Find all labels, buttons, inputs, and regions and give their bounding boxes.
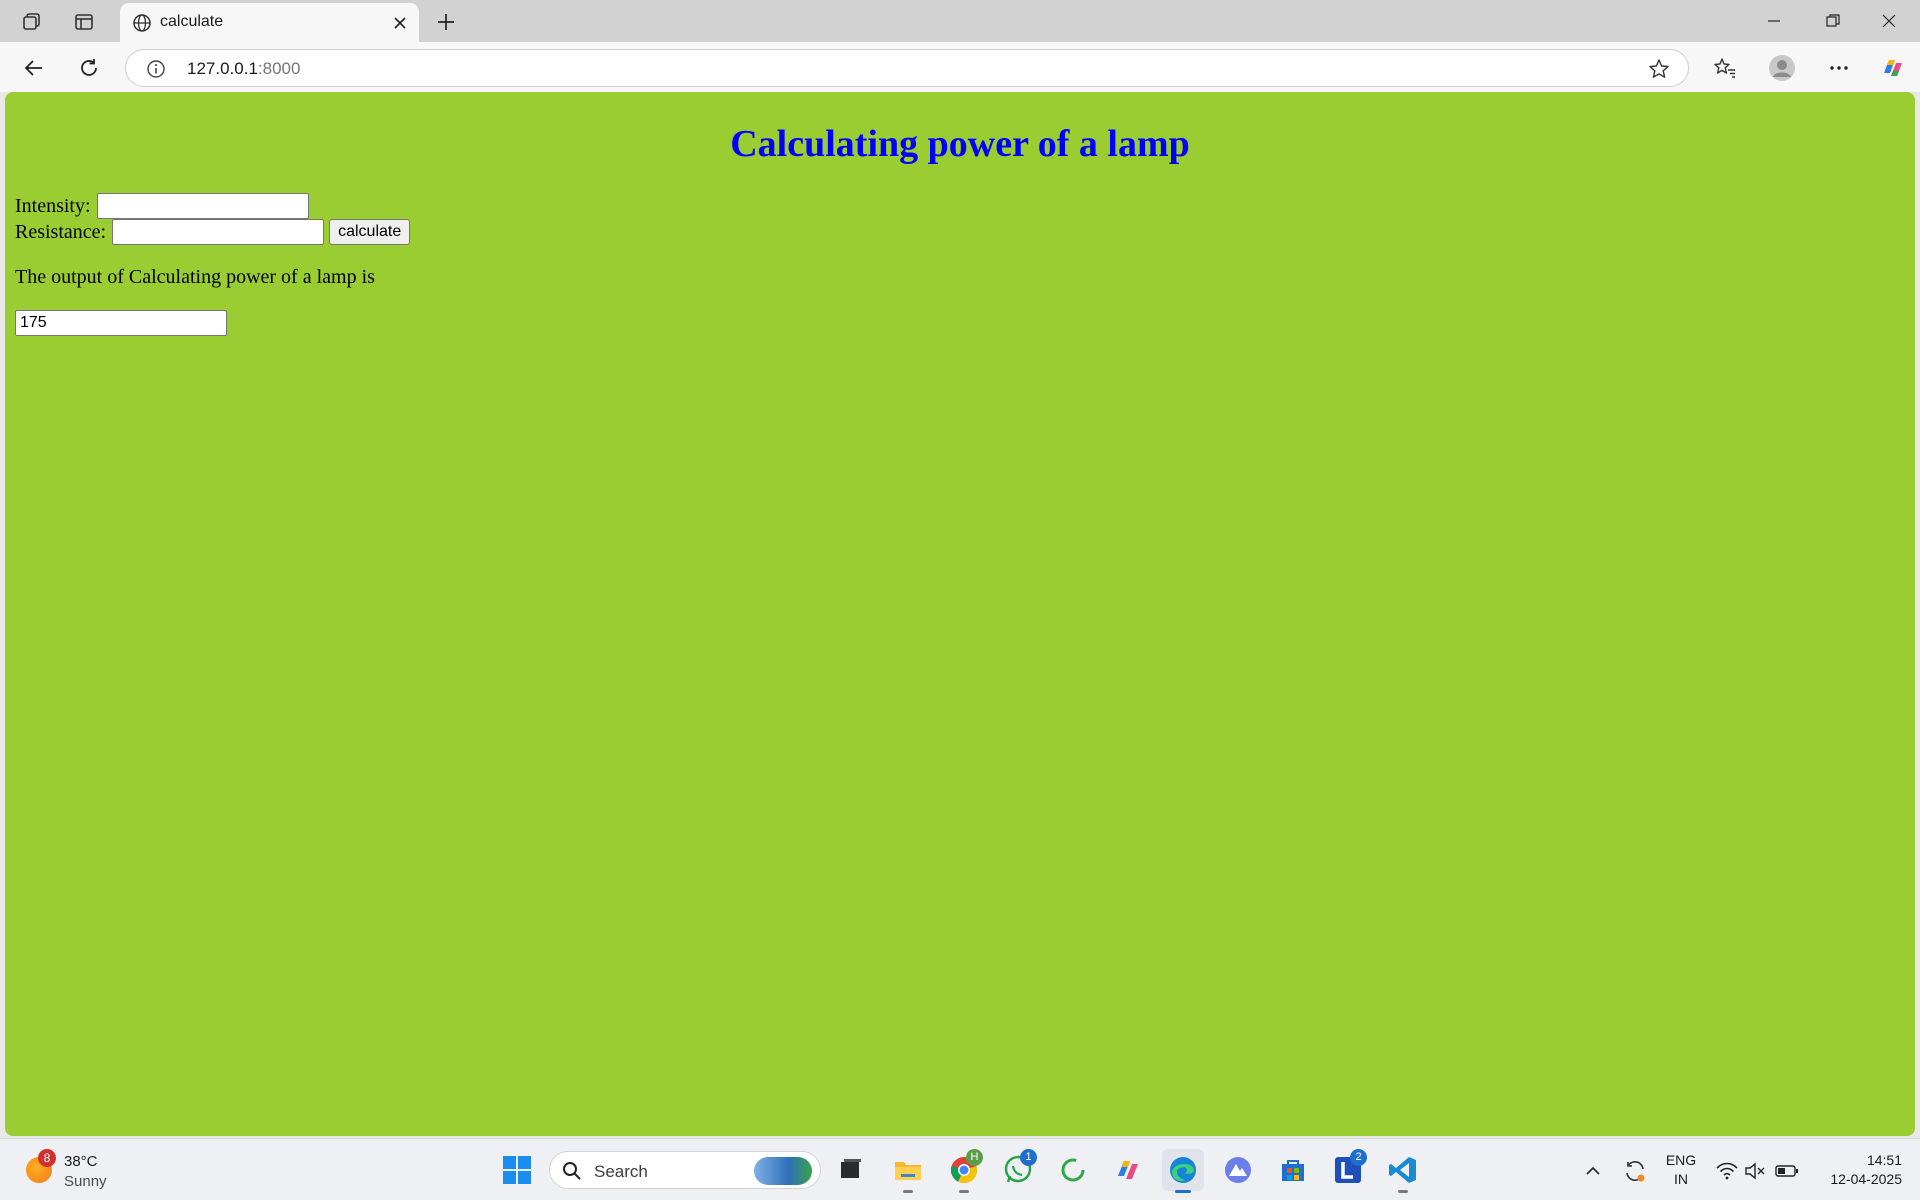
intensity-row: Intensity:	[15, 193, 309, 219]
weather-widget[interactable]: 8 38°C Sunny	[24, 1149, 144, 1193]
weather-temperature: 38°C	[64, 1153, 98, 1170]
sync-icon[interactable]	[1620, 1153, 1650, 1189]
favorite-star-icon[interactable]	[1648, 58, 1670, 80]
resistance-label: Resistance:	[15, 220, 107, 243]
refresh-app-icon[interactable]	[1052, 1149, 1094, 1191]
start-button[interactable]	[496, 1149, 538, 1191]
windows-taskbar: 8 38°C Sunny Search H 1 2 ENG IN 14:51 1…	[0, 1138, 1920, 1200]
url-port: :8000	[257, 59, 301, 78]
clock-date: 12-04-2025	[1830, 1171, 1902, 1187]
show-hidden-icons-chevron[interactable]	[1580, 1153, 1606, 1189]
whatsapp-notification-badge: 1	[1020, 1149, 1037, 1166]
weather-badge: 8	[38, 1149, 56, 1167]
address-bar[interactable]: 127.0.0.1:8000	[125, 49, 1689, 87]
back-button[interactable]	[17, 51, 51, 85]
page-title: Calculating power of a lamp	[730, 123, 1190, 165]
active-tab[interactable]: calculate	[120, 3, 419, 42]
wifi-icon[interactable]	[1714, 1153, 1740, 1189]
chrome-profile-badge: H	[966, 1149, 983, 1166]
weather-condition: Sunny	[64, 1173, 107, 1190]
language-region: IN	[1674, 1171, 1688, 1187]
more-options-icon[interactable]	[1822, 51, 1856, 85]
tab-title: calculate	[160, 13, 224, 30]
file-explorer-icon[interactable]	[887, 1149, 929, 1193]
output-field[interactable]	[15, 310, 227, 336]
vscode-icon[interactable]	[1382, 1149, 1424, 1193]
site-info-icon[interactable]	[146, 59, 166, 79]
url-host: 127.0.0.1	[187, 59, 258, 78]
system-clock[interactable]: 14:51 12-04-2025	[1812, 1151, 1902, 1189]
edge-icon[interactable]	[1162, 1149, 1204, 1193]
resistance-row: Resistance: calculate	[15, 219, 411, 245]
close-window-button[interactable]	[1866, 6, 1912, 36]
minimize-button[interactable]	[1751, 6, 1797, 36]
globe-icon	[132, 13, 152, 33]
refresh-button[interactable]	[72, 51, 106, 85]
vertical-tabs-icon[interactable]	[70, 8, 98, 36]
chrome-icon[interactable]: H	[943, 1149, 985, 1193]
copilot-app-icon[interactable]	[1107, 1149, 1149, 1191]
output-text: The output of Calculating power of a lam…	[15, 266, 375, 288]
whatsapp-icon[interactable]: 1	[997, 1149, 1039, 1191]
close-tab-icon[interactable]	[389, 12, 411, 34]
intensity-input[interactable]	[96, 193, 309, 219]
running-indicator	[959, 1190, 969, 1193]
resistance-input[interactable]	[112, 219, 325, 245]
clock-time: 14:51	[1866, 1152, 1902, 1168]
calculate-button[interactable]: calculate	[329, 219, 411, 245]
microsoft-store-icon[interactable]	[1272, 1149, 1314, 1191]
task-view-icon[interactable]	[830, 1149, 872, 1191]
copilot-icon[interactable]	[1876, 51, 1910, 85]
favorites-icon[interactable]	[1708, 51, 1742, 85]
running-indicator	[1175, 1190, 1191, 1193]
search-icon	[562, 1161, 582, 1181]
l-app-notification-badge: 2	[1350, 1149, 1367, 1166]
running-indicator	[903, 1190, 913, 1193]
l-app-icon[interactable]: 2	[1327, 1149, 1369, 1191]
browser-tab-strip: calculate	[0, 0, 1920, 42]
language-indicator[interactable]: ENG IN	[1664, 1151, 1698, 1189]
search-highlight-image	[754, 1157, 812, 1185]
page-viewport: Calculating power of a lamp Intensity: R…	[5, 92, 1915, 1136]
workspaces-icon[interactable]	[18, 8, 46, 36]
language-code: ENG	[1665, 1152, 1697, 1168]
volume-muted-icon[interactable]	[1742, 1153, 1768, 1189]
profile-avatar[interactable]	[1765, 51, 1799, 85]
mountain-app-icon[interactable]	[1217, 1149, 1259, 1191]
new-tab-button[interactable]	[431, 7, 461, 37]
browser-toolbar: 127.0.0.1:8000	[0, 42, 1920, 92]
taskbar-search[interactable]: Search	[549, 1151, 821, 1189]
battery-icon[interactable]	[1772, 1153, 1802, 1189]
search-label: Search	[594, 1162, 648, 1181]
restore-button[interactable]	[1810, 6, 1856, 36]
running-indicator	[1398, 1190, 1408, 1193]
url-text: 127.0.0.1:8000	[187, 59, 300, 79]
intensity-label: Intensity:	[15, 194, 91, 217]
